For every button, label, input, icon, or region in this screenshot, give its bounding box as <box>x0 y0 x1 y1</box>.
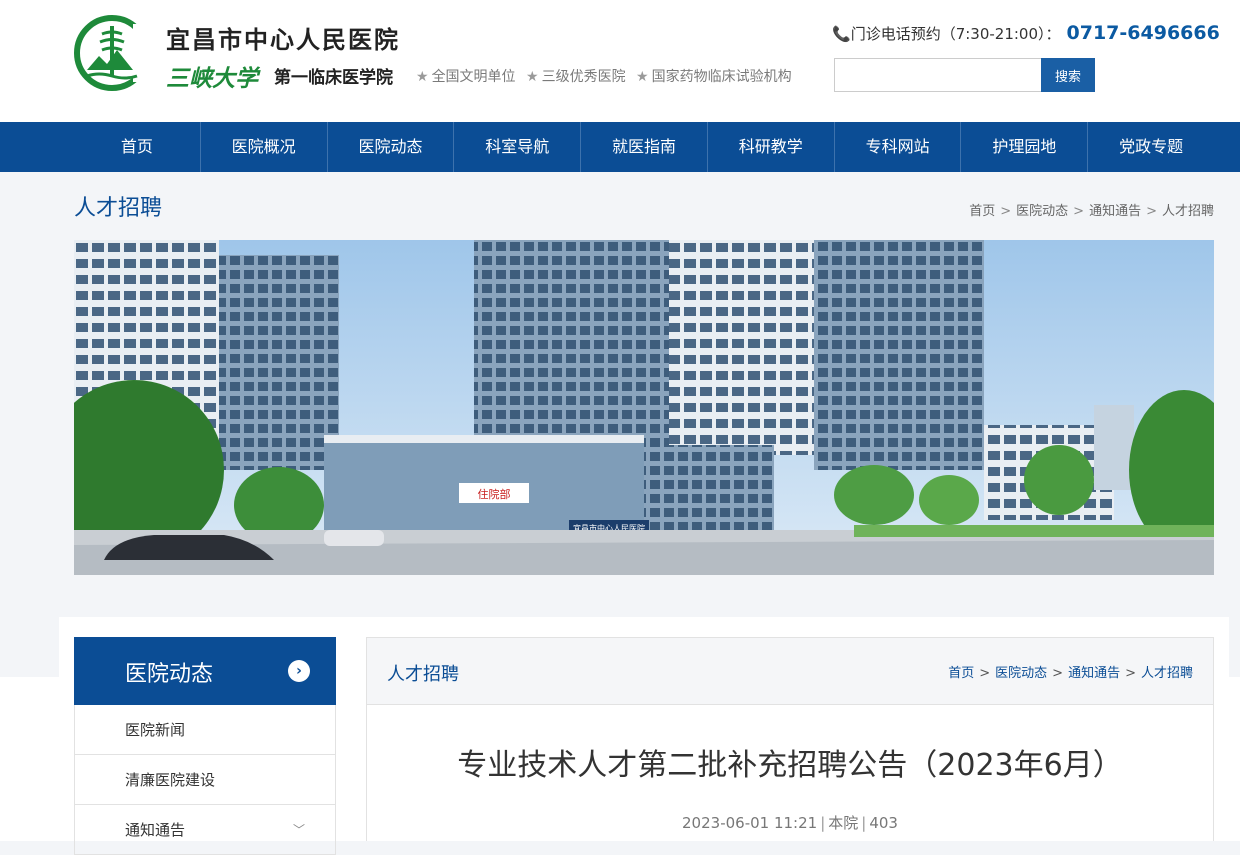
chevron-down-icon: ﹀ <box>292 823 305 837</box>
breadcrumb-current[interactable]: 人才招聘 <box>1162 204 1214 219</box>
star-icon: ★ <box>416 69 429 85</box>
site-header: 宜昌市中心人民医院 三峡大学 第一临床医学院 ★ 全国文明单位 ★ 三级优秀医院 ★… <box>0 0 1240 122</box>
article-panel: 人才招聘 首页 > 医院动态 > 通知通告 > 人才招聘 专业技术人才第二批补充招聘公告（2… <box>366 637 1214 841</box>
breadcrumb-home[interactable]: 首页 <box>948 666 974 681</box>
star-icon: ★ <box>526 69 539 85</box>
search-button[interactable]: 搜索 <box>1041 58 1095 92</box>
nav-item-research[interactable]: 科研教学 <box>708 122 835 172</box>
nav-item-party[interactable]: 党政专题 <box>1088 122 1214 172</box>
breadcrumb-separator: > <box>1125 666 1136 681</box>
honor-label: 三级优秀医院 <box>541 69 626 85</box>
panel-header: 人才招聘 首页 > 医院动态 > 通知通告 > 人才招聘 <box>367 638 1213 705</box>
breadcrumb-separator: > <box>1052 666 1064 681</box>
sidebar-item-label: 医院新闻 <box>125 721 186 739</box>
sidebar-item-label: 清廉医院建设 <box>125 771 216 789</box>
meta-separator: | <box>820 814 826 832</box>
search-input[interactable] <box>834 58 1042 92</box>
phone-icon: 📞 <box>832 25 851 43</box>
appointment-phone: 📞门诊电话预约（7:30-21:00）： 0717-6496666 <box>832 22 1220 44</box>
sidebar-item-integrity[interactable]: 清廉医院建设 <box>75 755 335 805</box>
sidebar-item-label: 通知通告 <box>125 821 186 839</box>
hospital-banner-image: 住院部 宜昌市中心人民医院 <box>74 240 1214 575</box>
search-box: 搜索 <box>834 58 1095 92</box>
breadcrumb-current[interactable]: 人才招聘 <box>1141 666 1193 681</box>
banner-inpatient-sign: 住院部 <box>478 487 511 501</box>
breadcrumb-notices[interactable]: 通知通告 <box>1068 666 1120 681</box>
panel-breadcrumb: 首页 > 医院动态 > 通知通告 > 人才招聘 <box>948 662 1193 681</box>
sidebar-item-hospital-news[interactable]: 医院新闻 <box>75 705 335 755</box>
hospital-logo-icon[interactable] <box>73 14 151 92</box>
honor-label: 全国文明单位 <box>431 69 516 85</box>
nav-item-home[interactable]: 首页 <box>74 122 201 172</box>
honor-list: ★ 全国文明单位 ★ 三级优秀医院 ★ 国家药物临床试验机构 <box>416 66 798 86</box>
article-title: 专业技术人才第二批补充招聘公告（2023年6月） <box>457 748 1123 783</box>
honor-item: ★ 三级优秀医院 <box>526 69 629 85</box>
honor-item: ★ 全国文明单位 <box>416 69 519 85</box>
nav-item-specialty[interactable]: 专科网站 <box>835 122 962 172</box>
main-nav: 首页 医院概况 医院动态 科室导航 就医指南 科研教学 专科网站 护理园地 党政… <box>0 122 1240 172</box>
breadcrumb-separator: > <box>1073 204 1085 219</box>
nav-item-departments[interactable]: 科室导航 <box>454 122 582 172</box>
article-date: 2023-06-01 11:21 <box>682 814 818 832</box>
site-name[interactable]: 宜昌市中心人民医院 <box>166 20 400 55</box>
honor-item: ★ 国家药物临床试验机构 <box>636 69 795 85</box>
breadcrumb-home[interactable]: 首页 <box>969 204 995 219</box>
sidebar-menu: 医院新闻 清廉医院建设 通知通告 ﹀ <box>74 705 336 855</box>
banner-illustration: 住院部 宜昌市中心人民医院 <box>74 240 1214 575</box>
phone-label: 门诊电话预约（7:30-21:00）： <box>850 25 1061 43</box>
article-source: 本院 <box>828 814 859 832</box>
nav-item-news[interactable]: 医院动态 <box>328 122 455 172</box>
phone-number: 0717-6496666 <box>1066 22 1220 44</box>
sidebar-item-notices[interactable]: 通知通告 ﹀ <box>75 805 335 855</box>
sidebar-heading[interactable]: 医院动态 › <box>74 637 336 705</box>
article-views: 403 <box>869 814 898 832</box>
nav-item-guide[interactable]: 就医指南 <box>581 122 708 172</box>
breadcrumb: 首页 > 医院动态 > 通知通告 > 人才招聘 <box>969 200 1214 219</box>
breadcrumb-news[interactable]: 医院动态 <box>1016 204 1068 219</box>
page-title: 人才招聘 <box>74 196 163 221</box>
nav-item-overview[interactable]: 医院概况 <box>201 122 328 172</box>
chevron-right-icon: › <box>288 660 310 682</box>
breadcrumb-separator: > <box>979 666 991 681</box>
star-icon: ★ <box>636 69 649 85</box>
breadcrumb-separator: > <box>1146 204 1157 219</box>
nav-item-nursing[interactable]: 护理园地 <box>961 122 1089 172</box>
meta-separator: | <box>861 814 867 832</box>
college-name: 第一临床医学院 <box>274 68 393 88</box>
breadcrumb-separator: > <box>1000 204 1012 219</box>
breadcrumb-news[interactable]: 医院动态 <box>995 666 1047 681</box>
sidebar-heading-label: 医院动态 <box>125 662 214 687</box>
panel-title: 人才招聘 <box>387 664 459 685</box>
university-name: 三峡大学 <box>166 65 258 92</box>
honor-label: 国家药物临床试验机构 <box>651 69 792 85</box>
article-meta: 2023-06-01 11:21 | 本院 | 403 <box>367 812 1213 833</box>
breadcrumb-notices[interactable]: 通知通告 <box>1089 204 1141 219</box>
